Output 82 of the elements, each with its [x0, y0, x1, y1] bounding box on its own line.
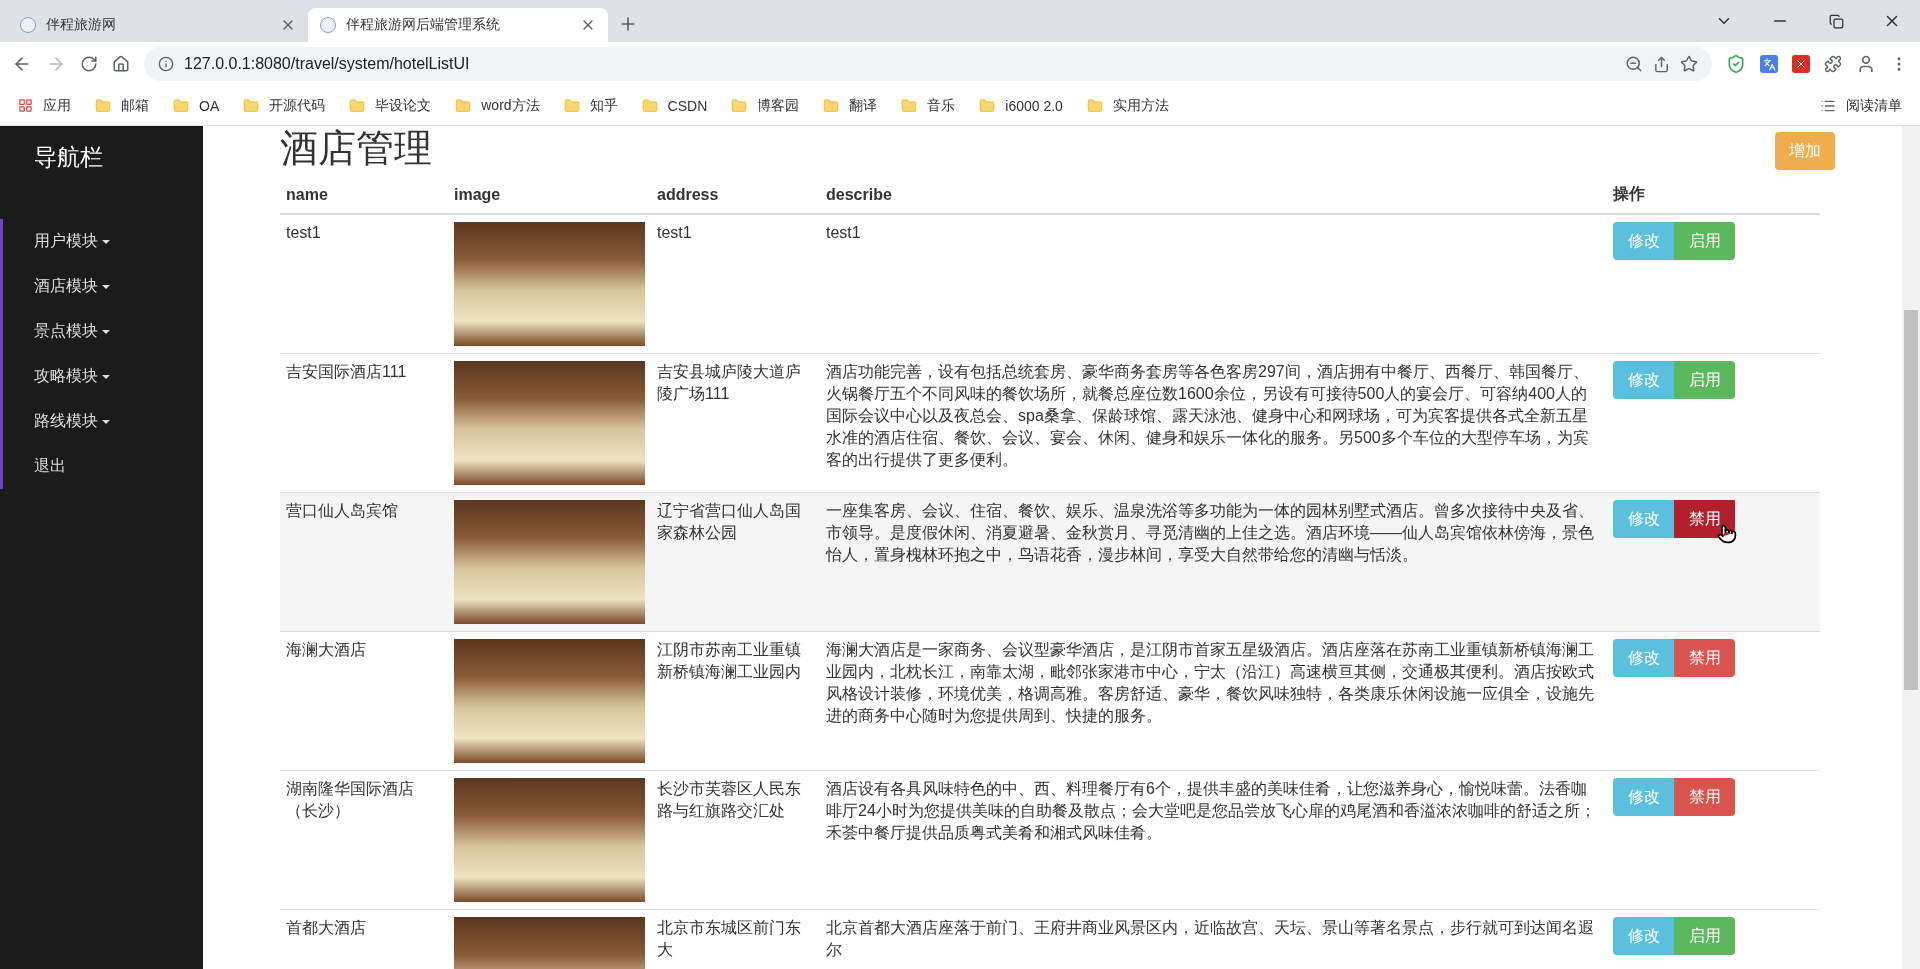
site-icon: [20, 17, 36, 33]
scrollbar[interactable]: [1902, 126, 1920, 969]
extension-icon[interactable]: [1792, 55, 1810, 73]
reload-icon[interactable]: [80, 55, 98, 73]
site-icon: [320, 17, 336, 33]
hotel-description: 北京首都大酒店座落于前门、王府井商业风景区内，近临故宫、天坛、景山等著名景点，步行就可到达闻名遐尔: [820, 909, 1607, 969]
hotel-description: 一座集客房、会议、住宿、餐饮、娱乐、温泉洗浴等多功能为一体的园林别墅式酒店。曾多次接待中央及省、市领导。是度假休闲、消夏避暑、金秋赏月、寻觅清幽的上佳之选。酒店环境——仙人岛宾馆依林傍海，景色怡人，置身槐林环抱之中，鸟语花香，漫步林间，享受大自然带给您的清幽与恬淡。: [820, 492, 1607, 632]
apps-grid-icon: [18, 98, 33, 113]
hotel-address: 吉安县城庐陵大道庐陵广场111: [651, 353, 820, 493]
translate-icon[interactable]: [1760, 55, 1778, 73]
hand-cursor-icon: [1717, 524, 1737, 544]
folder-icon: [731, 97, 748, 114]
hotel-address: 江阴市苏南工业重镇新桥镇海澜工业园内: [651, 631, 820, 771]
folder-icon: [823, 97, 840, 114]
caret-icon: [102, 329, 110, 334]
bookmark[interactable]: word方法: [455, 96, 540, 115]
address-bar[interactable]: 127.0.0.1:8080/travel/system/hotelListUI: [144, 47, 1712, 81]
tab-title: 伴程旅游网后端管理系统: [346, 16, 501, 34]
page-title: 酒店管理: [280, 126, 432, 170]
nav-item[interactable]: 路线模块: [3, 399, 203, 444]
folder-icon: [95, 97, 111, 114]
avatar-icon[interactable]: [1856, 54, 1876, 74]
bookmark[interactable]: 毕设论文: [349, 96, 432, 115]
share-icon[interactable]: [1653, 55, 1670, 73]
tab-title: 伴程旅游网: [46, 16, 117, 34]
home-icon[interactable]: [112, 55, 130, 73]
zoom-out-icon[interactable]: [1625, 55, 1643, 73]
browser-tab[interactable]: 伴程旅游网: [8, 8, 308, 42]
folder-icon: [901, 97, 918, 114]
bookmark[interactable]: 邮箱: [95, 96, 149, 115]
sidebar-title: 导航栏: [33, 143, 104, 172]
reading-list[interactable]: 阅读清单: [1820, 96, 1902, 115]
hotel-name: 海澜大酒店: [280, 631, 448, 771]
folder-icon: [455, 97, 472, 114]
star-icon[interactable]: [1680, 55, 1698, 73]
caret-icon: [102, 419, 110, 424]
hotel-address: test1: [651, 214, 820, 354]
puzzle-icon[interactable]: [1824, 55, 1842, 73]
nav-item[interactable]: 攻略模块: [3, 354, 203, 399]
status-button[interactable]: 禁用: [1674, 500, 1735, 538]
status-button[interactable]: 禁用: [1674, 778, 1735, 816]
hotel-name: test1: [280, 214, 448, 354]
url-text: 127.0.0.1:8080/travel/system/hotelListUI: [184, 55, 471, 73]
folder-icon: [173, 97, 189, 114]
bookmark[interactable]: 翻译: [823, 96, 878, 115]
bookmark[interactable]: CSDN: [641, 97, 708, 114]
folder-icon: [979, 97, 996, 114]
shield-icon[interactable]: [1726, 54, 1746, 74]
hotel-description: 酒店设有各具风味特色的中、西、料理餐厅有6个，提供丰盛的美味佳肴，让您滋养身心，愉悦味蕾。法香咖啡厅24小时为您提供美味的自助餐及散点；会大堂吧是您品尝放飞心扉的鸡尾酒和香溢浓浓咖啡的舒适之所；禾荟中餐厅提供品质粤式美肴和湘式风味佳肴。: [820, 770, 1607, 910]
bookmark[interactable]: i6000 2.0: [979, 97, 1063, 114]
nav-item[interactable]: 酒店模块: [3, 264, 203, 309]
hotel-address: 辽宁省营口仙人岛国家森林公园: [651, 492, 820, 632]
bookmark[interactable]: OA: [173, 97, 220, 114]
folder-icon: [563, 97, 580, 114]
bookmark[interactable]: 应用: [18, 96, 71, 115]
hotel-address: 北京市东城区前门东大: [651, 909, 820, 969]
browser-tab[interactable]: 伴程旅游网后端管理系统: [308, 8, 608, 42]
bookmark[interactable]: 开源代码: [243, 96, 326, 115]
caret-icon: [102, 239, 110, 244]
hotel-name: 吉安国际酒店111: [280, 353, 448, 493]
folder-icon: [349, 97, 366, 114]
folder-icon: [1086, 97, 1103, 114]
hotel-name: 营口仙人岛宾馆: [280, 492, 448, 632]
folder-icon: [641, 97, 658, 114]
hotel-address: 长沙市芙蓉区人民东路与红旗路交汇处: [651, 770, 820, 910]
bookmark[interactable]: 音乐: [901, 96, 956, 115]
bookmark[interactable]: 知乎: [563, 96, 618, 115]
caret-icon: [102, 284, 110, 289]
nav-item[interactable]: 用户模块: [3, 219, 203, 264]
hotel-description: test1: [820, 214, 1607, 354]
hotel-name: 首都大酒店: [280, 909, 448, 969]
hotel-description: 海澜大酒店是一家商务、会议型豪华酒店，是江阴市首家五星级酒店。酒店座落在苏南工业重镇新桥镇海澜工业园内，北枕长江，南靠太湖，毗邻张家港市中心，宁太（沿江）高速横亘其侧，交通极其便利。酒店按欧式风格设计装修，环境优美，格调高雅。客房舒适、豪华，餐饮风味独特，各类康乐休闲设施一应俱全，设施先进的商务中心随时为您提供周到、快捷的服务。: [820, 631, 1607, 771]
bookmark[interactable]: 博客园: [731, 96, 800, 115]
hotel-description: 酒店功能完善，设有包括总统套房、豪华商务套房等各色客房297间，酒店拥有中餐厅、西餐厅、韩国餐厅、火锅餐厅五个不同风味的餐饮场所，就餐总座位数1600余位，另设有可接待500人的宴会厅、可容纳400人的国际会议中心以及夜总会、spa桑拿、保龄球馆、露天泳池、健身中心和网球场，可为宾客提供各式全新五星水准的酒店住宿、餐饮、会议、宴会、休闲、健身和娱乐一体化的服务。另500多个车位的大型停车场，为宾客的出行提供了更多便利。: [820, 353, 1607, 493]
nav-item[interactable]: 退出: [3, 444, 203, 489]
nav-item[interactable]: 景点模块: [3, 309, 203, 354]
caret-icon: [102, 374, 110, 379]
info-icon[interactable]: [158, 56, 174, 72]
hotel-name: 湖南隆华国际酒店（长沙）: [280, 770, 448, 910]
status-button[interactable]: 禁用: [1674, 639, 1735, 677]
folder-icon: [243, 97, 260, 114]
bookmark[interactable]: 实用方法: [1086, 96, 1169, 115]
